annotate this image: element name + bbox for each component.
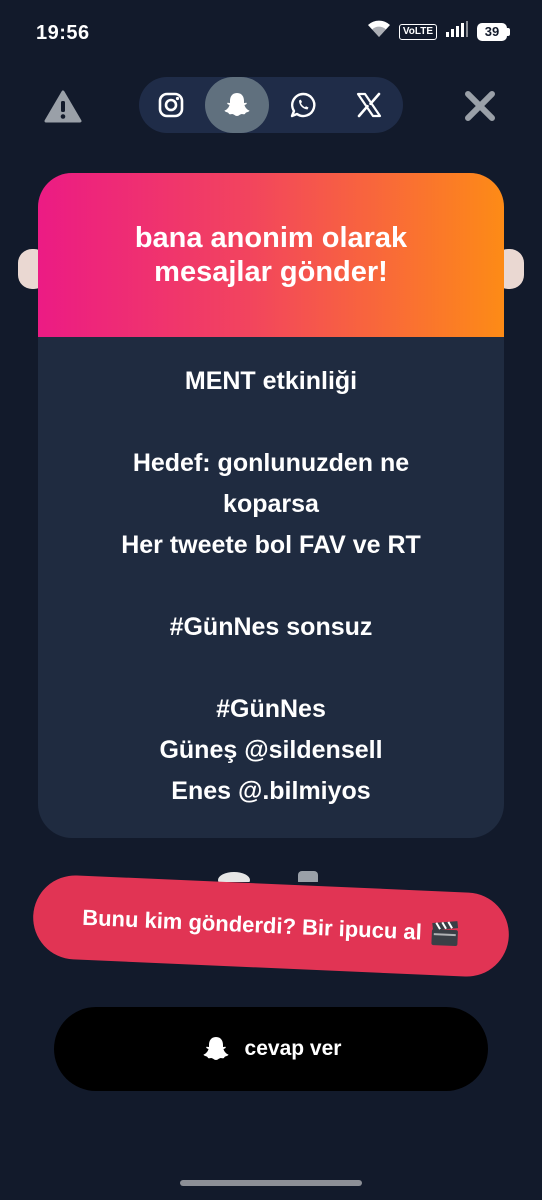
reply-button-label: cevap ver (244, 1037, 342, 1060)
battery-icon: 39 (477, 22, 510, 41)
x-twitter-icon (356, 92, 382, 118)
hint-button-label: Bunu kim gönderdi? Bir ipucu al (81, 904, 423, 945)
message-card: bana anonim olarak mesajlar gönder! MENT… (38, 173, 504, 838)
screen: 19:56 VoLTE 39 bana anonim olarak mesajl… (0, 0, 542, 1200)
snapchat-icon (203, 1037, 229, 1060)
status-bar: 19:56 VoLTE 39 (0, 0, 542, 66)
clapper-board-icon (429, 919, 460, 948)
share-snapchat-button[interactable] (205, 77, 269, 133)
home-indicator[interactable] (180, 1180, 362, 1186)
volte-badge: VoLTE (398, 23, 437, 40)
status-time: 19:56 (36, 22, 90, 44)
share-whatsapp-button[interactable] (279, 81, 327, 129)
card-header-title: bana anonim olarak mesajlar gönder! (134, 222, 408, 288)
message-text: MENT etkinliği Hedef: gonlunuzden ne kop… (121, 367, 421, 805)
share-target-bar (139, 77, 403, 133)
card-header: bana anonim olarak mesajlar gönder! (38, 173, 504, 337)
get-hint-button[interactable]: Bunu kim gönderdi? Bir ipucu al (31, 873, 511, 979)
share-x-button[interactable] (345, 81, 393, 129)
share-instagram-button[interactable] (147, 81, 195, 129)
reply-button[interactable]: cevap ver (54, 1007, 488, 1091)
decorative-peek-shapes (218, 871, 318, 882)
warning-icon (44, 90, 82, 123)
battery-level: 39 (477, 22, 507, 41)
close-icon (465, 91, 495, 121)
status-icons: VoLTE 39 (367, 20, 510, 43)
signal-icon (445, 21, 469, 42)
snapchat-icon (224, 93, 250, 116)
instagram-icon (158, 92, 184, 118)
close-button[interactable] (462, 88, 498, 124)
wifi-icon (367, 20, 391, 43)
whatsapp-icon (290, 92, 316, 118)
report-button[interactable] (44, 88, 82, 126)
